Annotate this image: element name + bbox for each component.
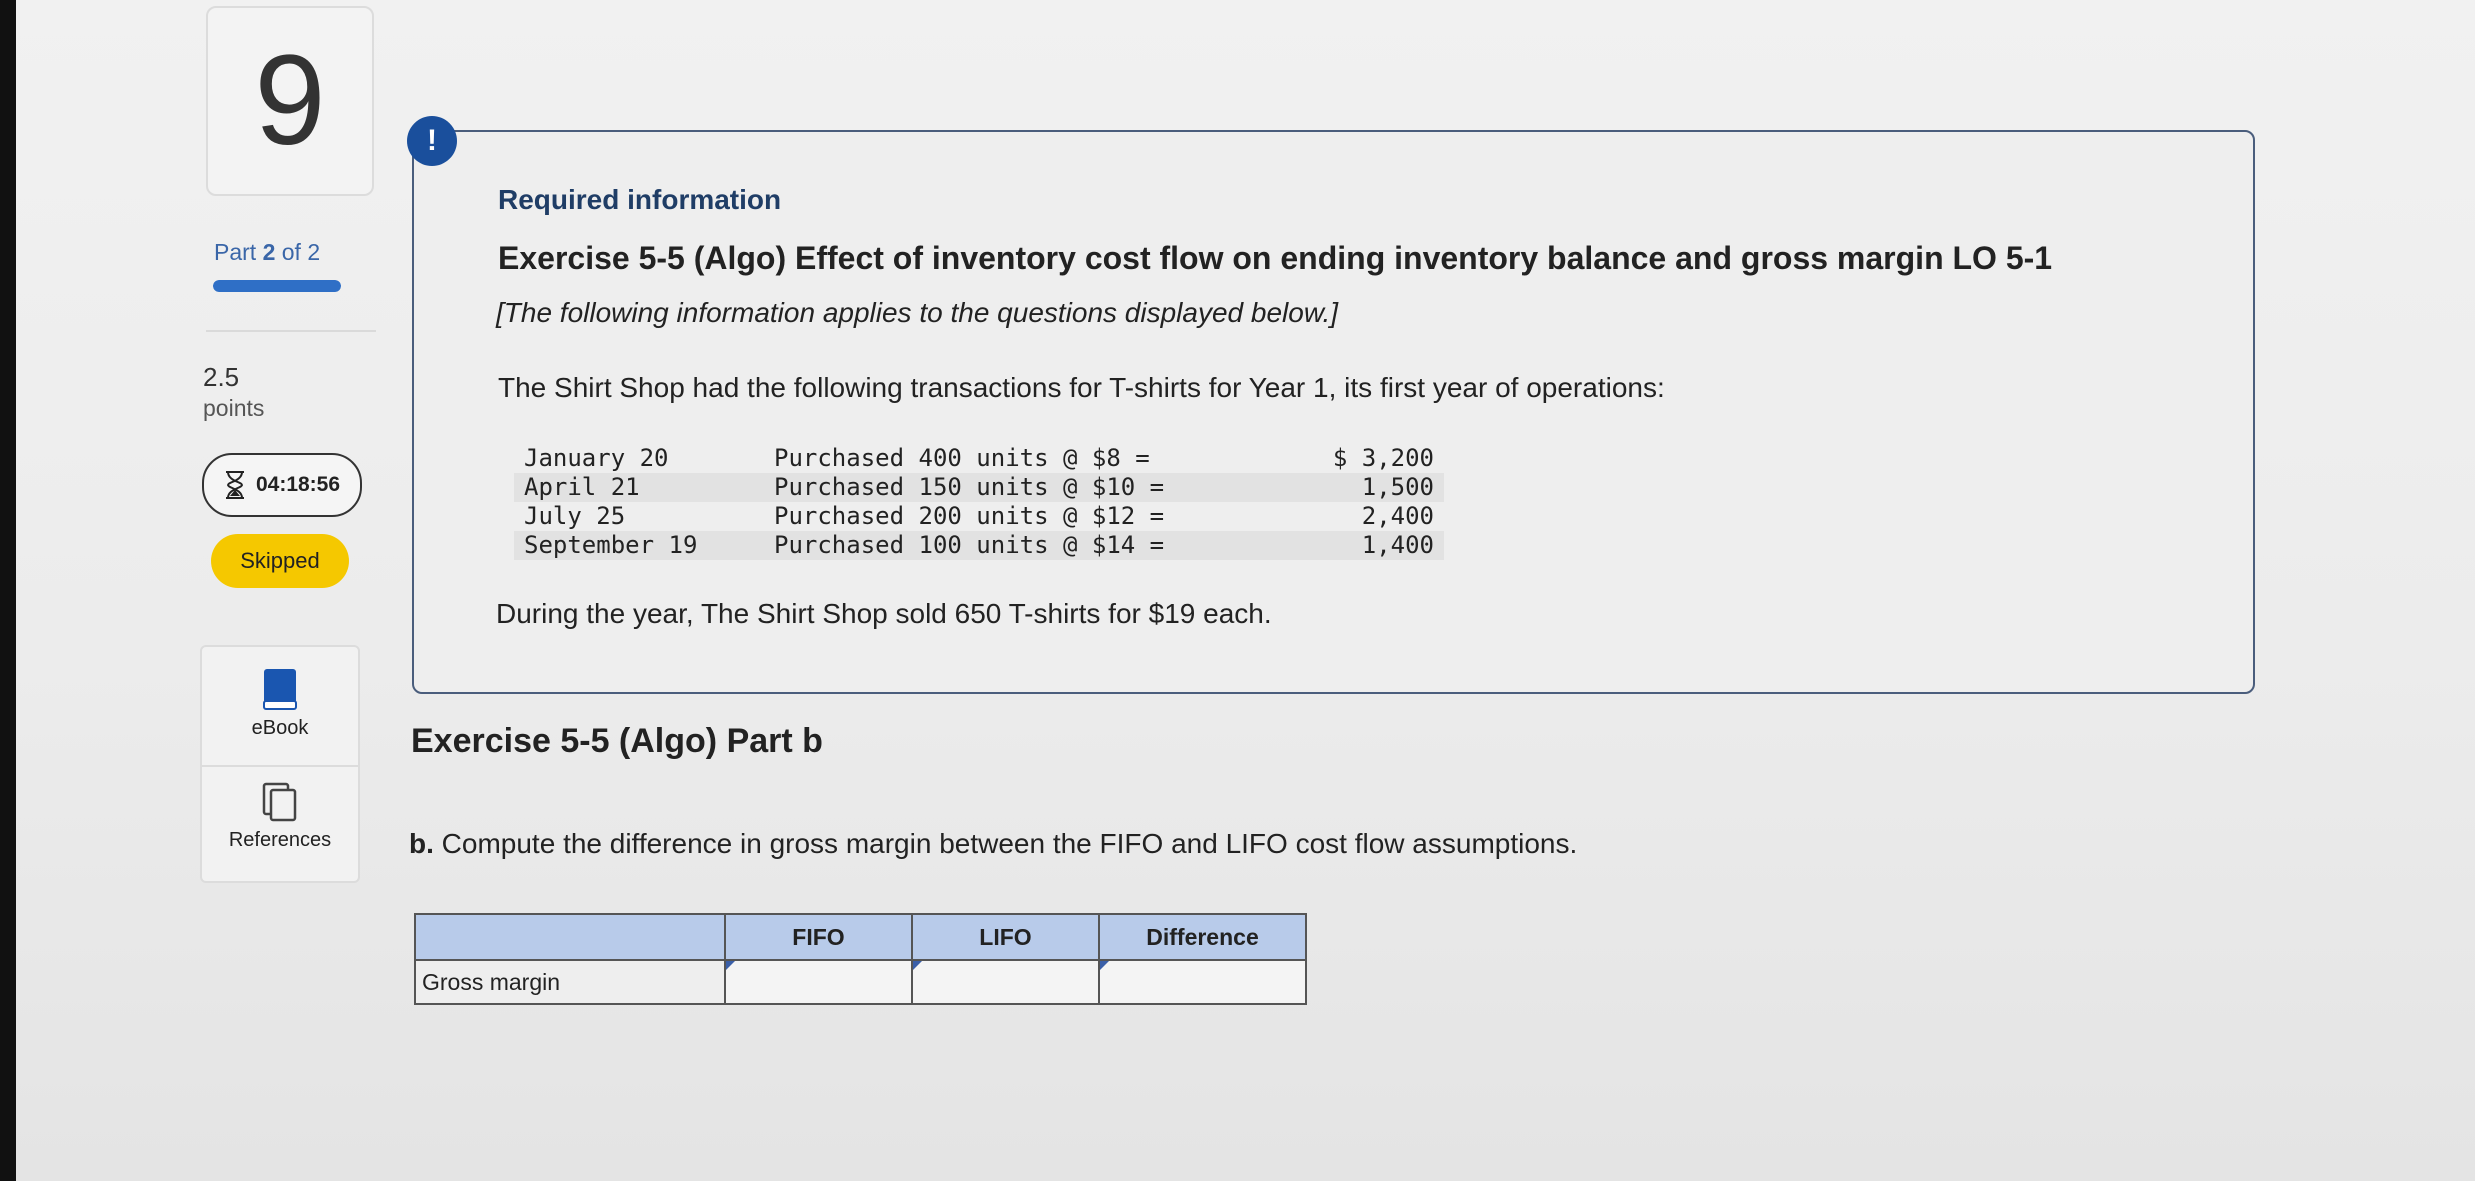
difference-cell[interactable]: [1098, 959, 1307, 1005]
ebook-button[interactable]: eBook: [202, 667, 358, 767]
table-row: September 19 Purchased 100 units @ $14 =…: [514, 531, 1444, 560]
part-current: 2: [262, 239, 276, 265]
header-blank: [414, 913, 726, 961]
header-lifo: LIFO: [911, 913, 1100, 961]
transaction-description: Purchased 200 units @ $12 =: [774, 502, 1165, 530]
references-label: References: [228, 829, 332, 851]
difference-input[interactable]: [1101, 963, 1304, 1001]
references-icon: [262, 782, 297, 822]
sales-text: During the year, The Shirt Shop sold 650…: [496, 598, 1272, 629]
exercise-title: Exercise 5-5 (Algo) Effect of inventory …: [498, 240, 2053, 276]
question-text: b. Compute the difference in gross margi…: [409, 828, 1577, 860]
book-icon: [263, 669, 297, 710]
transaction-date: July 25: [524, 502, 626, 530]
part-total: of 2: [281, 239, 321, 265]
points-label: points: [203, 395, 265, 421]
transactions-intro: The Shirt Shop had the following transac…: [498, 372, 1665, 403]
transaction-description: Purchased 400 units @ $8 =: [774, 444, 1150, 472]
table-row: Gross margin: [414, 959, 1307, 1005]
part-b-title: Exercise 5-5 (Algo) Part b: [411, 722, 823, 760]
ebook-label: eBook: [251, 717, 309, 739]
question-letter: b.: [409, 828, 434, 859]
header-difference: Difference: [1098, 913, 1307, 961]
part-prefix: Part: [214, 239, 257, 265]
info-note: [The following information applies to th…: [496, 297, 1339, 328]
transaction-amount: 1,400: [1224, 531, 1444, 560]
tools-panel: eBook References: [200, 645, 360, 883]
sidebar-divider: [206, 330, 376, 332]
transaction-amount: 2,400: [1361, 502, 1434, 530]
transaction-amount: 1,500: [1224, 473, 1444, 502]
fifo-cell[interactable]: [724, 959, 913, 1005]
header-fifo: FIFO: [724, 913, 913, 961]
points-value: 2.5: [203, 362, 240, 392]
alert-icon: !: [407, 116, 457, 166]
lifo-gross-margin-input[interactable]: [914, 963, 1097, 1001]
references-button[interactable]: References: [202, 765, 358, 879]
lifo-cell[interactable]: [911, 959, 1100, 1005]
transaction-date: January 20: [524, 444, 669, 472]
transaction-date: April 21: [514, 473, 764, 502]
transaction-description: Purchased 100 units @ $14 =: [764, 531, 1224, 560]
required-info-heading: Required information: [498, 184, 782, 215]
gross-margin-label: Gross margin: [414, 959, 726, 1005]
transaction-description: Purchased 150 units @ $10 =: [764, 473, 1224, 502]
answer-table: FIFO LIFO Difference Gross margin: [414, 913, 1307, 1005]
question-body: Compute the difference in gross margin b…: [441, 828, 1578, 859]
timer-value: 04:18:56: [255, 473, 341, 496]
table-row: January 20 Purchased 400 units @ $8 = $ …: [514, 444, 1444, 473]
table-row: July 25 Purchased 200 units @ $12 = 2,40…: [514, 502, 1444, 531]
fifo-gross-margin-input[interactable]: [727, 963, 910, 1001]
hourglass-icon: [225, 471, 244, 499]
transactions-table: January 20 Purchased 400 units @ $8 = $ …: [514, 444, 1444, 560]
transaction-amount: $ 3,200: [1332, 444, 1434, 472]
part-progress-fill: [213, 280, 341, 292]
question-number-card: 9: [206, 6, 374, 196]
screen-edge: [0, 0, 16, 1181]
timer[interactable]: 04:18:56: [202, 453, 362, 517]
question-number: 9: [254, 29, 326, 172]
answer-table-header: FIFO LIFO Difference: [414, 913, 1307, 961]
table-row: April 21 Purchased 150 units @ $10 = 1,5…: [514, 473, 1444, 502]
part-indicator: Part 2 of 2: [214, 239, 320, 266]
status-badge: Skipped: [211, 534, 349, 588]
transaction-date: September 19: [514, 531, 764, 560]
part-progress-bar: [213, 280, 341, 292]
